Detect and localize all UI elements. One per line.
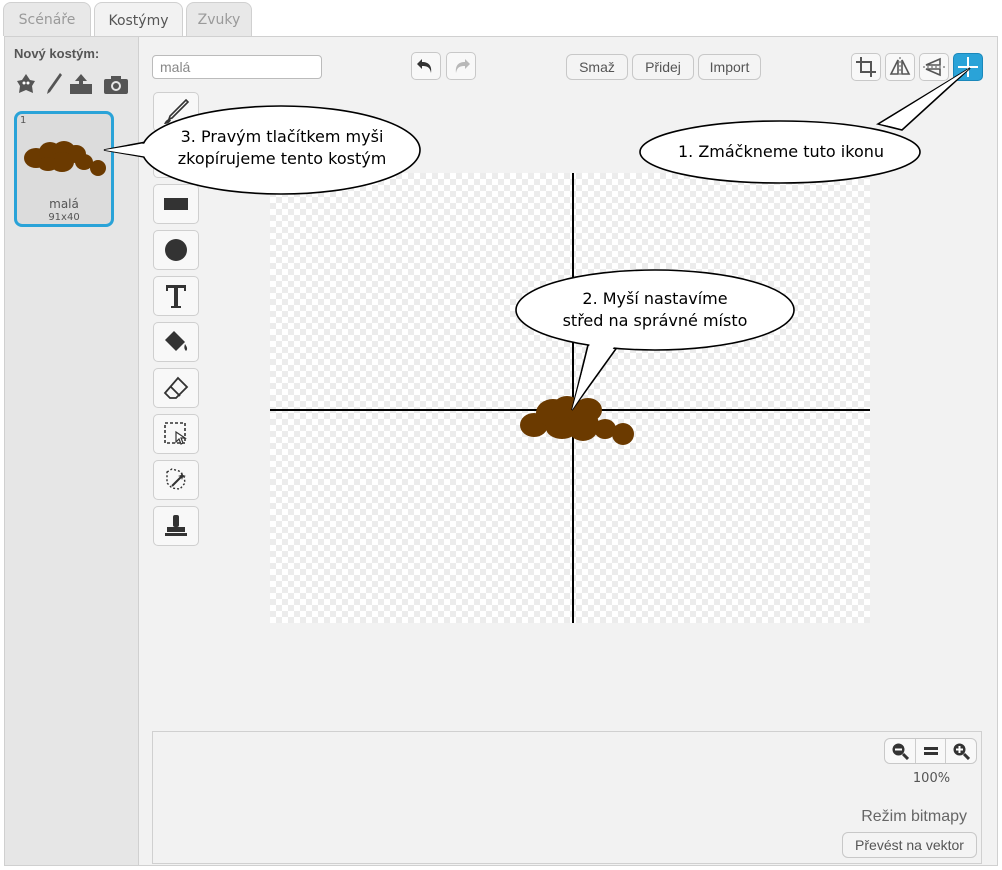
- callout-2-line1: 2. Myší nastavíme: [582, 289, 728, 308]
- callout-3-line2: zkopírujeme tento kostým: [177, 149, 387, 168]
- callout-2-line2: střed na správné místo: [562, 311, 748, 330]
- callout-1-text: 1. Zmáčkneme tuto ikonu: [677, 142, 885, 161]
- callout-3-line1: 3. Pravým tlačítkem myši: [180, 127, 384, 146]
